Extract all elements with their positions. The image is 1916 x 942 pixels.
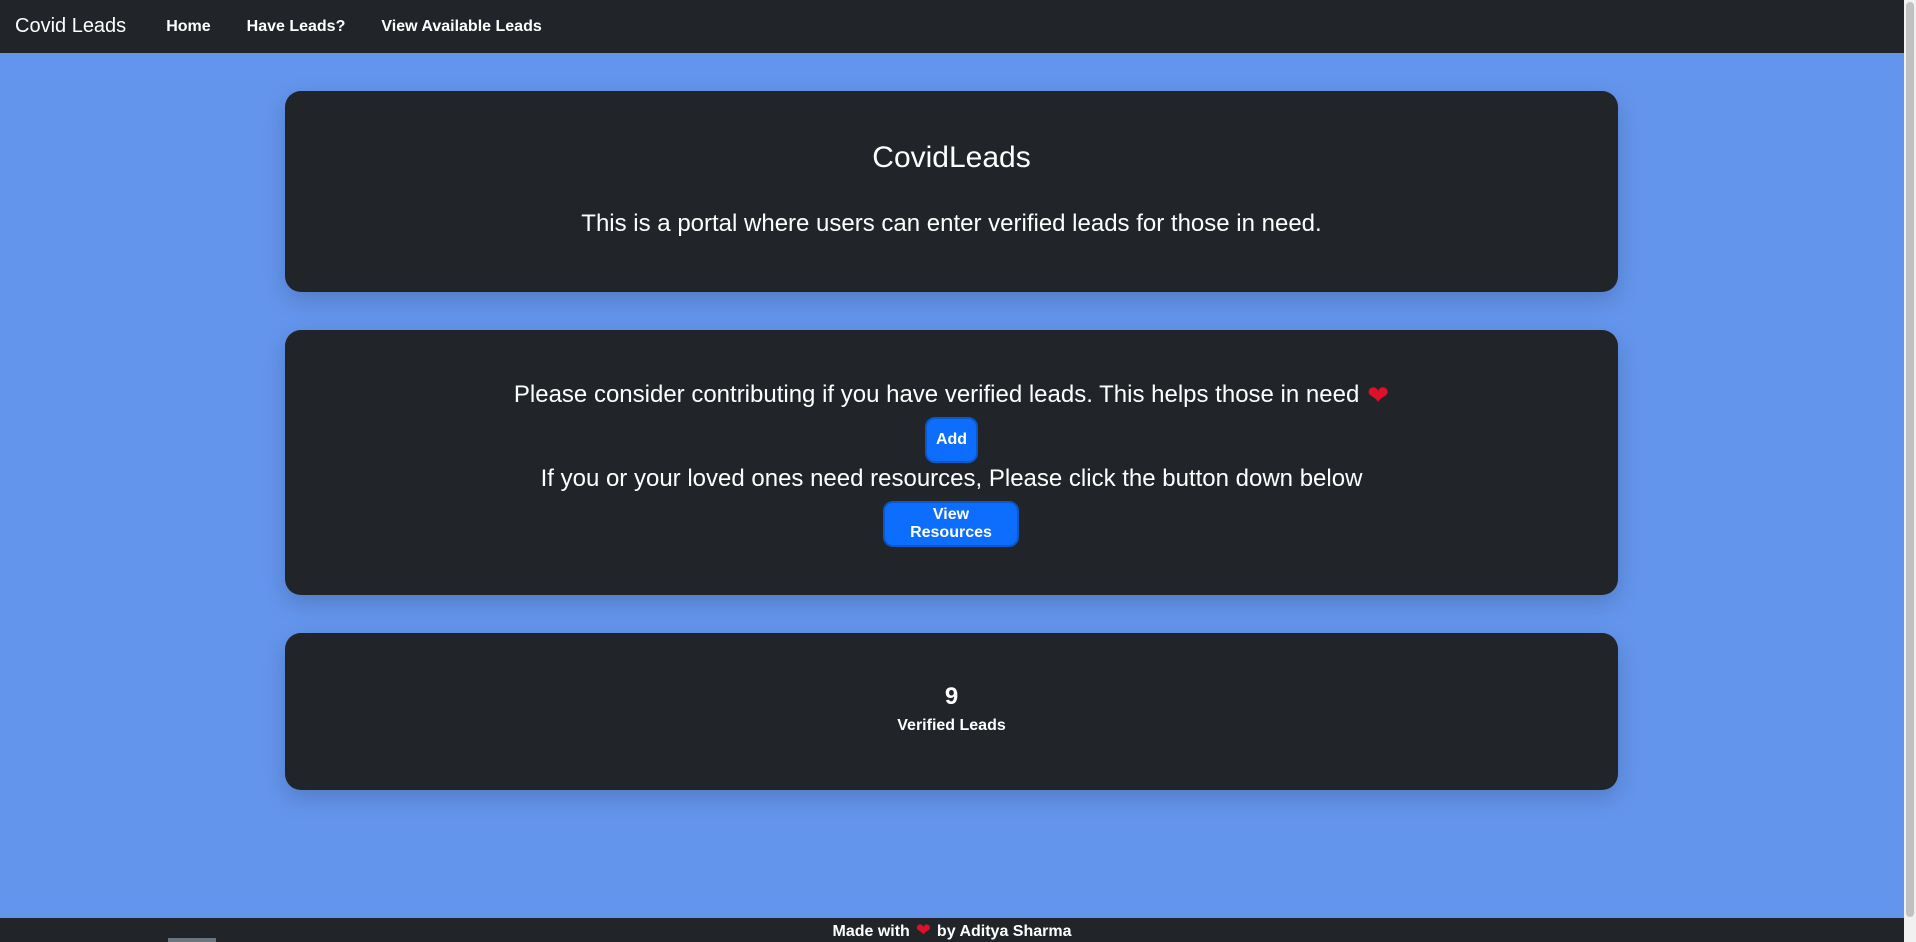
nav-link-view-leads[interactable]: View Available Leads	[381, 18, 541, 36]
footer: Made with ❤ by Aditya Sharma	[0, 918, 1904, 942]
hero-subtitle: This is a portal where users can enter v…	[581, 210, 1322, 237]
footer-author: Aditya Sharma	[959, 923, 1072, 940]
heart-icon: ❤	[915, 920, 931, 940]
verified-leads-label: Verified Leads	[897, 717, 1006, 734]
hero-card: CovidLeads This is a portal where users …	[285, 91, 1618, 292]
scrollbar-thumb[interactable]	[1906, 2, 1914, 917]
scroll-handle[interactable]	[168, 938, 216, 942]
heart-icon: ❤	[1367, 380, 1390, 410]
contribute-card: Please consider contributing if you have…	[285, 330, 1618, 595]
add-button[interactable]: Add	[925, 417, 978, 463]
footer-prefix: Made with	[832, 923, 910, 940]
contribute-message: Please consider contributing if you have…	[285, 380, 1618, 411]
navbar-brand[interactable]: Covid Leads	[15, 15, 126, 38]
nav-link-home[interactable]: Home	[166, 18, 210, 36]
verified-leads-count: 9	[944, 683, 959, 710]
contribute-text: Please consider contributing if you have…	[513, 381, 1360, 408]
stats-card: 9 Verified Leads	[285, 633, 1618, 790]
footer-suffix: by	[936, 923, 956, 940]
navbar: Covid Leads Home Have Leads? View Availa…	[0, 0, 1904, 53]
hero-title: CovidLeads	[872, 141, 1031, 174]
vertical-scrollbar[interactable]	[1904, 0, 1916, 942]
resources-message: If you or your loved ones need resources…	[540, 465, 1363, 492]
nav-link-have-leads[interactable]: Have Leads?	[247, 18, 346, 36]
view-resources-button[interactable]: View Resources	[883, 501, 1019, 547]
